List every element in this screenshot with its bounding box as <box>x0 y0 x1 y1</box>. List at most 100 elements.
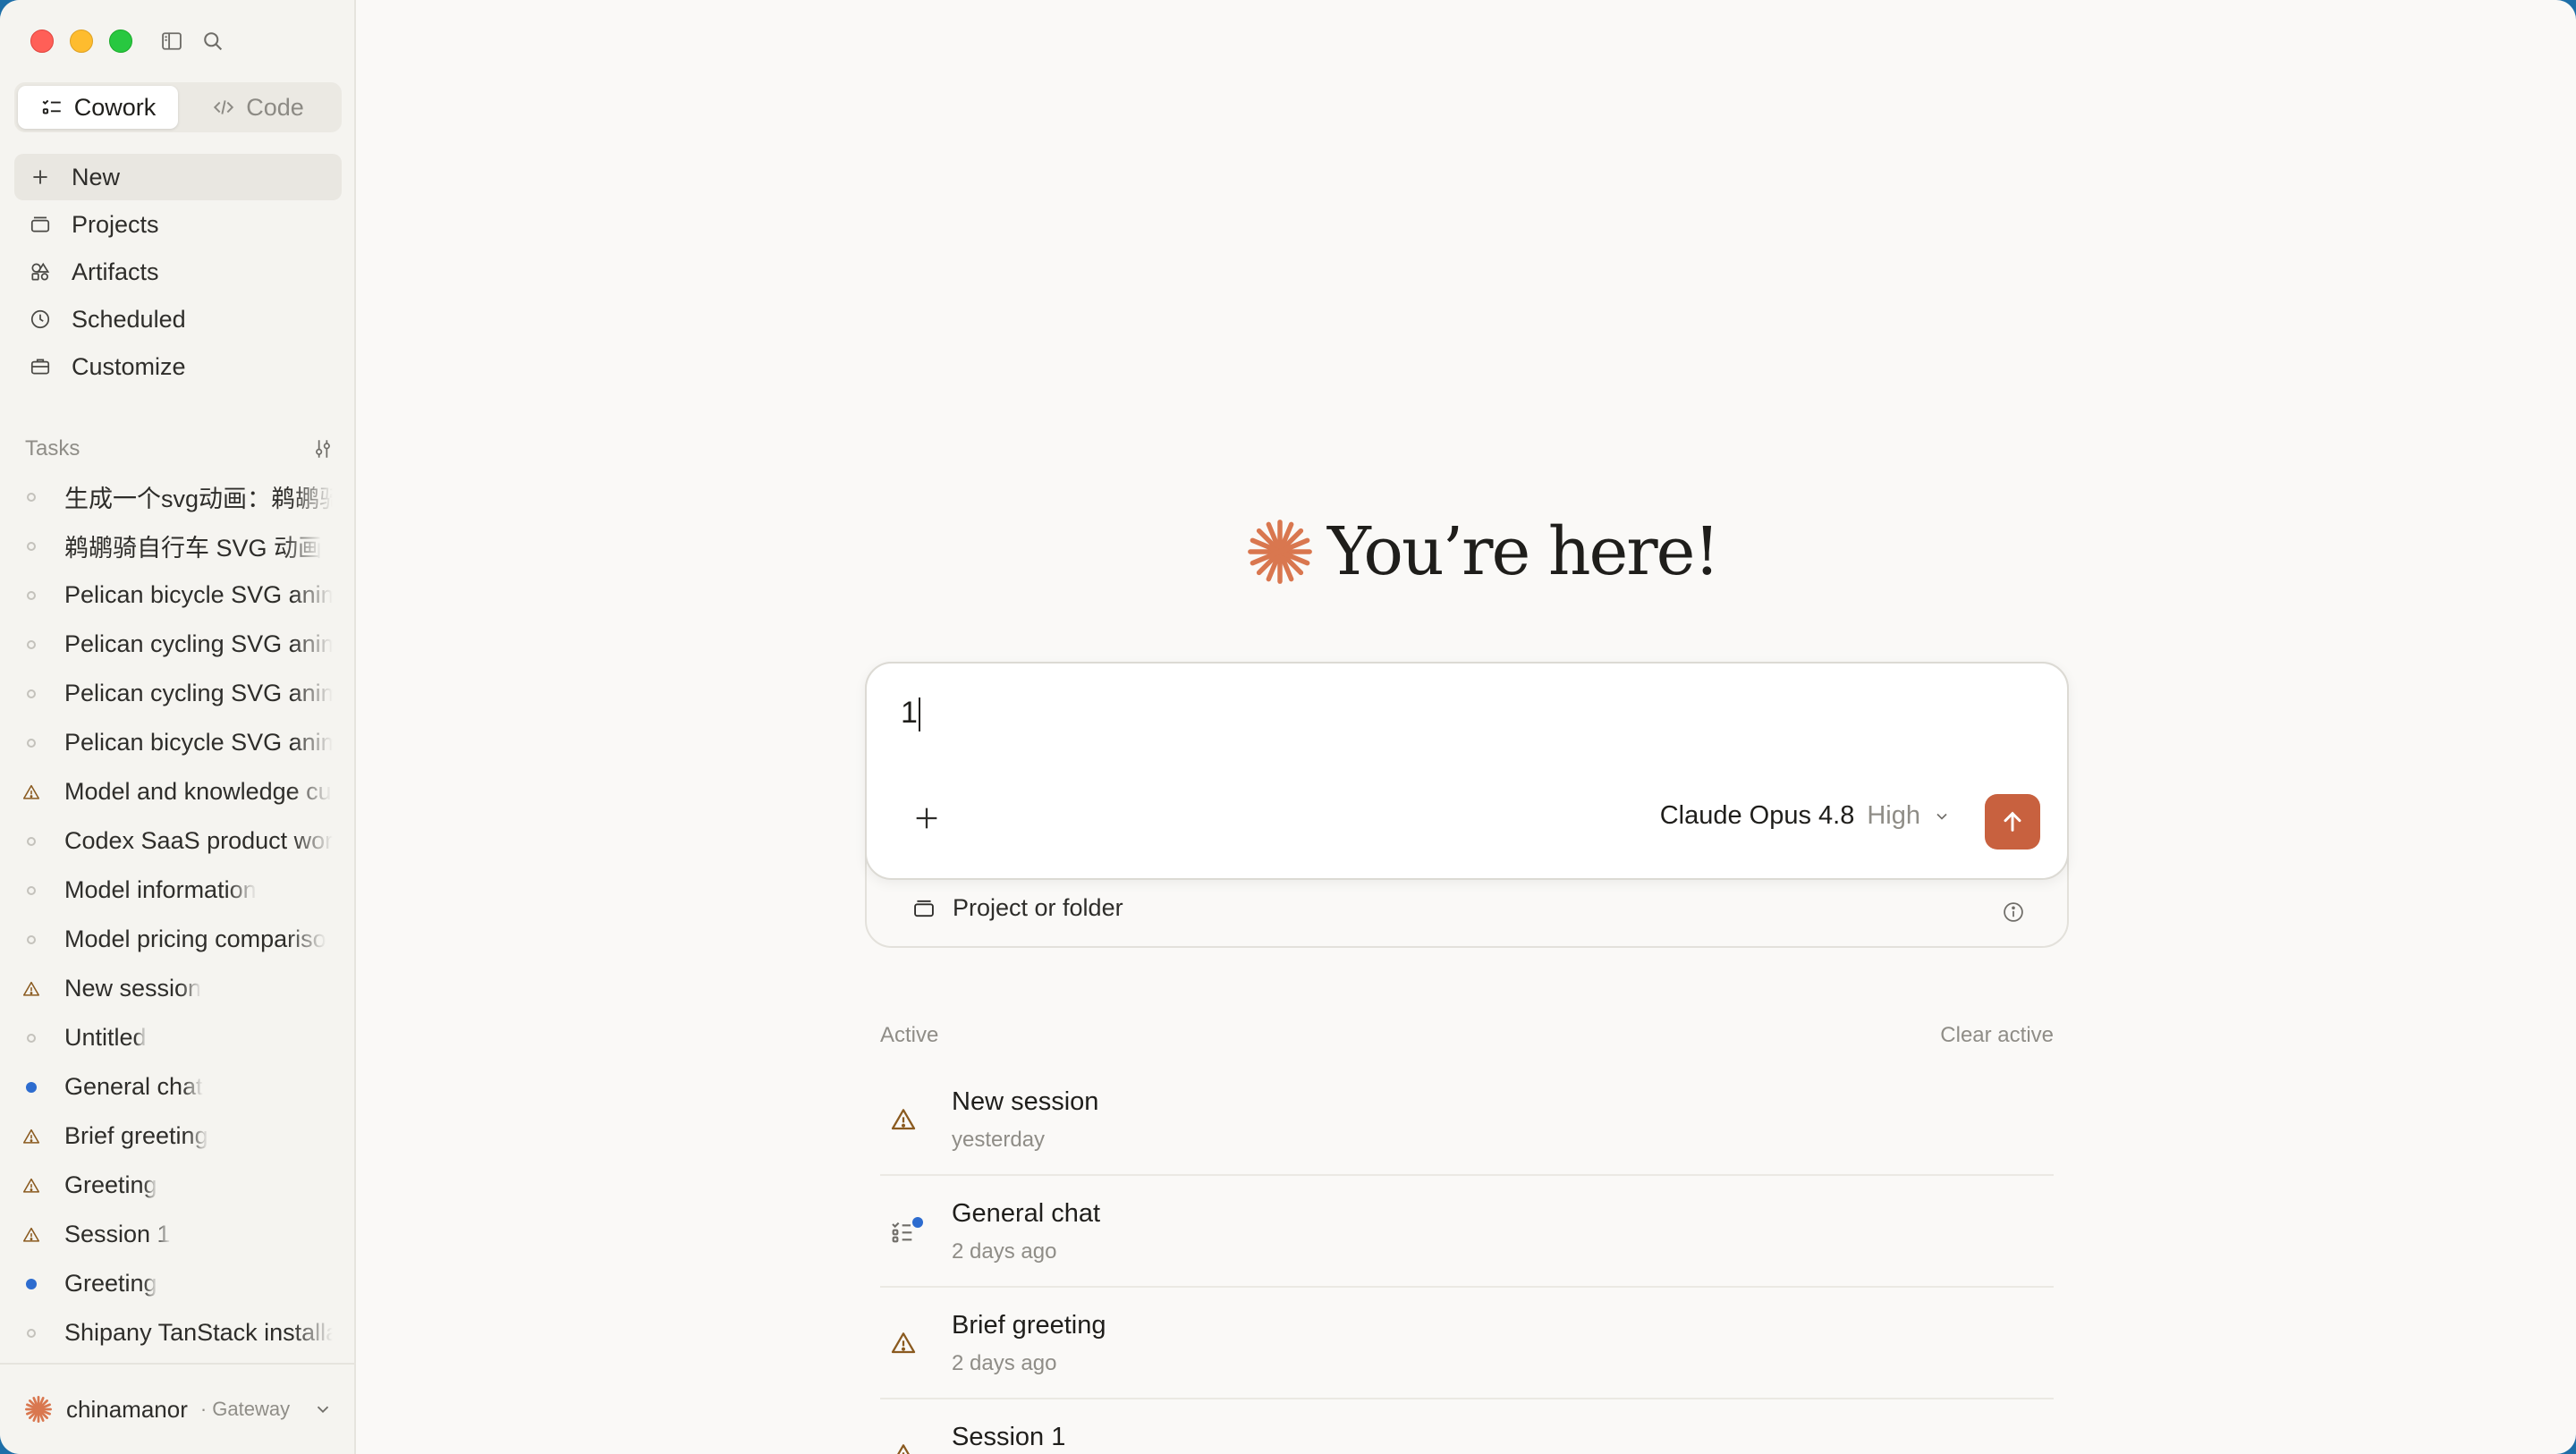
checklist-icon <box>889 1217 923 1246</box>
status-dot-icon <box>21 537 41 556</box>
clock-icon <box>30 309 50 329</box>
task-label: Greeting <box>64 1171 157 1198</box>
task-label: Session 1 <box>64 1221 171 1247</box>
task-item[interactable]: Pelican bicycle SVG anim <box>21 718 340 767</box>
checklist-icon <box>42 99 61 114</box>
task-item[interactable]: 生成一个svg动画：鹈鹕骑 <box>21 472 340 521</box>
task-item[interactable]: Brief greeting <box>21 1112 340 1161</box>
effort-level: High <box>1867 801 1920 830</box>
task-item[interactable]: Model information <box>21 866 340 915</box>
close-window-button[interactable] <box>30 30 54 53</box>
filter-sliders-icon[interactable] <box>311 437 335 461</box>
chevron-down-icon <box>1936 813 1947 820</box>
session-row[interactable]: New session yesterday <box>880 1064 2054 1176</box>
search-icon[interactable] <box>200 29 225 54</box>
clear-active-button[interactable]: Clear active <box>1940 1023 2054 1048</box>
prompt-input[interactable]: 1 <box>901 696 920 732</box>
task-label: Model pricing compariso <box>64 926 326 952</box>
task-label: Pelican cycling SVG anim <box>64 680 333 706</box>
sidebar-item-scheduled[interactable]: Scheduled <box>14 296 342 342</box>
shapes-icon <box>31 262 50 281</box>
task-item[interactable]: Session 1 <box>21 1210 340 1259</box>
idle-dot <box>27 738 36 748</box>
session-text: New session yesterday <box>952 1087 1098 1153</box>
status-dot-icon <box>21 1028 41 1048</box>
task-label: Model and knowledge cu <box>64 778 332 805</box>
send-button[interactable] <box>1985 794 2040 850</box>
user-org: · Gateway <box>199 1398 291 1420</box>
task-item[interactable]: New session <box>21 964 340 1013</box>
task-label: Model information <box>64 876 257 903</box>
status-dot-icon <box>21 487 41 507</box>
session-row[interactable]: Session 1 <box>880 1399 2054 1454</box>
mode-switcher: Cowork Code <box>14 82 342 132</box>
task-label: Codex SaaS product wor <box>64 827 333 854</box>
model-selector[interactable]: Claude Opus 4.8 High <box>1660 801 1951 831</box>
nav-label: Artifacts <box>72 258 159 285</box>
session-title: Brief greeting <box>952 1311 1106 1340</box>
task-label: New session <box>64 975 202 1002</box>
task-list: 生成一个svg动画：鹈鹕骑 鹈鹕骑自行车 SVG 动画 Pelican bicycl… <box>21 472 340 1357</box>
session-text: Session 1 <box>952 1423 1065 1454</box>
sidebar-item-customize[interactable]: Customize <box>14 343 342 390</box>
task-item[interactable]: Model and knowledge cu <box>21 767 340 816</box>
sidebar-toggle-icon[interactable] <box>159 29 184 54</box>
folder-icon <box>914 900 934 917</box>
task-item[interactable]: Untitled <box>21 1013 340 1062</box>
sidebar-item-projects[interactable]: Projects <box>14 201 342 248</box>
task-item[interactable]: Greeting <box>21 1259 340 1308</box>
task-item[interactable]: Codex SaaS product wor <box>21 816 340 866</box>
task-label: 生成一个svg动画：鹈鹕骑 <box>64 486 333 512</box>
user-menu[interactable]: chinamanor · Gateway <box>0 1363 356 1454</box>
minimize-window-button[interactable] <box>70 30 93 53</box>
prompt-input-value: 1 <box>901 696 918 730</box>
tab-cowork-label: Cowork <box>73 93 157 121</box>
project-folder-picker[interactable]: Project or folder <box>911 894 1123 922</box>
prompt-composer[interactable]: 1 Claude Opus 4.8 High <box>865 662 2069 880</box>
task-label: Pelican cycling SVG anim <box>64 630 333 657</box>
task-item[interactable]: Model pricing compariso <box>21 915 340 964</box>
status-dot-icon <box>21 930 41 950</box>
status-dot-icon <box>21 881 41 900</box>
tab-code[interactable]: Code <box>178 86 338 129</box>
warning-icon <box>22 1227 40 1242</box>
task-item[interactable]: Pelican cycling SVG anim <box>21 620 340 669</box>
tab-cowork[interactable]: Cowork <box>18 86 178 129</box>
session-text: General chat 2 days ago <box>952 1199 1100 1264</box>
task-label: General chat <box>64 1073 203 1100</box>
task-item[interactable]: Shipany TanStack installa <box>21 1308 340 1357</box>
claude-logo-icon <box>1248 520 1312 584</box>
task-label: Shipany TanStack installa <box>64 1319 333 1346</box>
session-row[interactable]: Brief greeting 2 days ago <box>880 1288 2054 1399</box>
tasks-header: Tasks <box>25 435 335 463</box>
zoom-window-button[interactable] <box>109 30 132 53</box>
task-item[interactable]: Greeting <box>21 1161 340 1210</box>
status-dot-icon <box>21 586 41 605</box>
warning-icon <box>897 1444 910 1454</box>
task-item[interactable]: Pelican bicycle SVG anim <box>21 571 340 620</box>
active-sessions-list: New session yesterday General chat 2 days a… <box>880 1064 2054 1454</box>
info-icon[interactable] <box>2001 900 2026 925</box>
session-row[interactable]: General chat 2 days ago <box>880 1176 2054 1288</box>
warning-icon <box>891 1332 916 1354</box>
warning-icon <box>891 1109 916 1130</box>
code-icon <box>214 100 234 114</box>
sidebar: Cowork Code New Projects Artifacts Sched… <box>0 0 356 1454</box>
idle-dot <box>27 639 36 649</box>
task-label: Untitled <box>64 1024 147 1051</box>
nav-label: Projects <box>72 210 159 238</box>
task-item[interactable]: General chat <box>21 1062 340 1112</box>
session-text: Brief greeting 2 days ago <box>952 1311 1106 1376</box>
nav-label: Scheduled <box>72 305 186 333</box>
new-chat-button[interactable]: New <box>14 154 342 200</box>
folder-icon <box>30 216 50 232</box>
warning-icon <box>21 1176 41 1196</box>
sidebar-item-artifacts[interactable]: Artifacts <box>14 249 342 295</box>
task-item[interactable]: Pelican cycling SVG anim <box>21 669 340 718</box>
task-item[interactable]: 鹈鹕骑自行车 SVG 动画 <box>21 521 340 571</box>
claude-logo-icon <box>25 1396 52 1423</box>
arrow-up-icon <box>2004 811 2021 832</box>
warning-icon <box>21 979 41 999</box>
add-attachment-icon[interactable] <box>911 803 942 833</box>
status-dot-icon <box>21 733 41 753</box>
